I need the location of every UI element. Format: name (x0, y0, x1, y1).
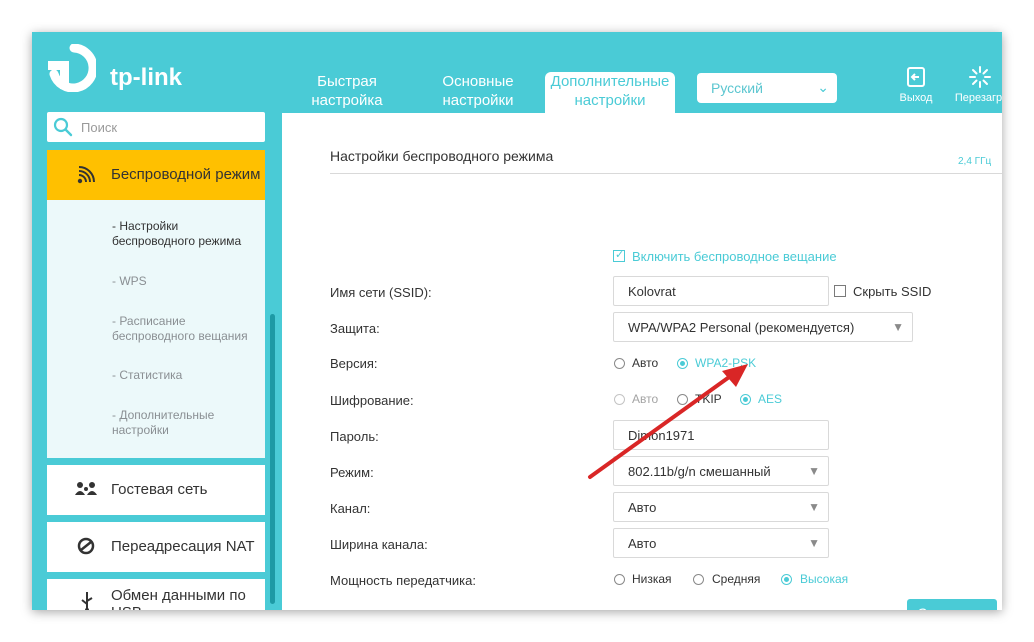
mode-select[interactable]: 802.11b/g/n смешанный ▼ (613, 456, 829, 486)
version-auto-radio[interactable] (614, 358, 625, 369)
save-button[interactable]: Сохранить (907, 599, 997, 610)
enable-broadcast-checkbox[interactable] (613, 248, 625, 262)
submenu-statistics[interactable]: - Статистика (112, 368, 182, 383)
ssid-value: Kolovrat (628, 284, 676, 299)
tx-power-high-radio[interactable] (781, 574, 792, 585)
chevron-down-icon: ⌄ (817, 79, 829, 95)
version-auto-label: Авто (632, 356, 659, 370)
mode-value: 802.11b/g/n смешанный (628, 464, 771, 479)
wireless-icon (77, 166, 95, 184)
search-input[interactable]: Поиск (47, 112, 265, 142)
chevron-down-icon: ▼ (808, 500, 820, 514)
version-label: Версия: (330, 356, 378, 371)
chevron-down-icon: ▼ (808, 536, 820, 550)
security-select[interactable]: WPA/WPA2 Personal (рекомендуется) ▼ (613, 312, 913, 342)
encryption-auto-radio[interactable] (614, 394, 625, 405)
tab-quick-setup[interactable]: Быстрая настройка (302, 72, 392, 110)
submenu-advanced[interactable]: - Дополнительные настройки (112, 408, 232, 438)
channel-width-label: Ширина канала: (330, 537, 428, 552)
sidebar-item-guest-network[interactable]: Гостевая сеть (47, 465, 265, 515)
chevron-down-icon: ▼ (892, 320, 904, 334)
logout-button[interactable]: Выход (896, 66, 936, 104)
sidebar-item-label: Гостевая сеть (111, 481, 208, 498)
sidebar-scrollbar[interactable] (270, 314, 275, 604)
search-placeholder: Поиск (81, 120, 118, 135)
sidebar-item-wireless[interactable]: Беспроводной режим (47, 150, 265, 200)
submenu-wireless-settings[interactable]: - Настройки беспроводного режима (112, 219, 257, 249)
hide-ssid-label: Скрыть SSID (853, 284, 932, 299)
encryption-aes-label: AES (758, 392, 783, 406)
guest-network-icon (75, 482, 97, 495)
channel-select[interactable]: Авто ▼ (613, 492, 829, 522)
sidebar-item-label: Обмен данными по USB (111, 587, 246, 610)
tx-power-low-label: Низкая (632, 572, 672, 586)
language-select[interactable]: Русский ⌄ (697, 73, 837, 103)
ssid-input[interactable]: Kolovrat (613, 276, 829, 306)
tx-power-high-label: Высокая (800, 572, 849, 586)
submenu-wps[interactable]: - WPS (112, 274, 147, 289)
sidebar-item-label: Беспроводной режим (111, 166, 261, 183)
logout-label: Выход (899, 92, 933, 104)
security-label: Защита: (330, 321, 380, 336)
channel-value: Авто (628, 500, 657, 515)
version-wpa2-psk-label: WPA2-PSK (695, 356, 757, 370)
sidebar-item-label: Переадресация NAT (111, 538, 255, 555)
ssid-label: Имя сети (SSID): (330, 285, 432, 300)
tx-power-label: Мощность передатчика: (330, 573, 476, 588)
encryption-tkip-label: TKIP (695, 392, 722, 406)
chevron-down-icon: ▼ (808, 464, 820, 478)
mode-label: Режим: (330, 465, 374, 480)
nat-forwarding-icon (77, 537, 95, 555)
tab-basic-settings[interactable]: Основные настройки (428, 72, 528, 110)
tx-power-medium-radio[interactable] (693, 574, 704, 585)
router-admin-window: tp-link Быстрая настройка Основные настр… (32, 32, 1002, 610)
logout-icon (907, 67, 925, 87)
channel-width-value: Авто (628, 536, 657, 551)
reboot-button[interactable]: Перезагр. (950, 66, 1002, 104)
logo-text: tp-link (110, 64, 182, 91)
submenu-wireless-schedule[interactable]: - Расписание беспроводного вещания (112, 314, 262, 344)
tp-link-logo-mark-icon (48, 43, 98, 93)
tx-power-low-radio[interactable] (614, 574, 625, 585)
password-input[interactable]: Dimon1971 (613, 420, 829, 450)
sidebar-item-nat-forwarding[interactable]: Переадресация NAT (47, 522, 265, 572)
band-label: 2,4 ГГц (958, 156, 992, 167)
language-value: Русский (711, 80, 763, 96)
section-divider (330, 173, 1002, 174)
encryption-tkip-radio[interactable] (677, 394, 688, 405)
encryption-label: Шифрование: (330, 393, 414, 408)
encryption-aes-radio[interactable] (740, 394, 751, 405)
usb-icon (81, 592, 93, 610)
reboot-label: Перезагр. (954, 92, 1002, 104)
version-wpa2-psk-radio[interactable] (677, 358, 688, 369)
password-label: Пароль: (330, 429, 379, 444)
channel-label: Канал: (330, 501, 371, 516)
enable-broadcast-label: Включить беспроводное вещание (632, 249, 837, 264)
main-content: Настройки беспроводного режима 2,4 ГГц В… (282, 113, 1002, 610)
hide-ssid-checkbox[interactable] (834, 285, 846, 297)
section-title: Настройки беспроводного режима (330, 148, 554, 164)
channel-width-select[interactable]: Авто ▼ (613, 528, 829, 558)
tp-link-logo: tp-link (46, 43, 186, 93)
tx-power-medium-label: Средняя (712, 572, 761, 586)
password-value: Dimon1971 (628, 428, 695, 443)
security-value: WPA/WPA2 Personal (рекомендуется) (628, 320, 855, 335)
search-icon (53, 117, 73, 137)
reboot-icon (969, 66, 991, 88)
encryption-auto-label: Авто (632, 392, 659, 406)
tab-advanced-settings[interactable]: Дополнительные настройки (545, 72, 675, 113)
sidebar-item-usb[interactable]: Обмен данными по USB (47, 579, 265, 610)
